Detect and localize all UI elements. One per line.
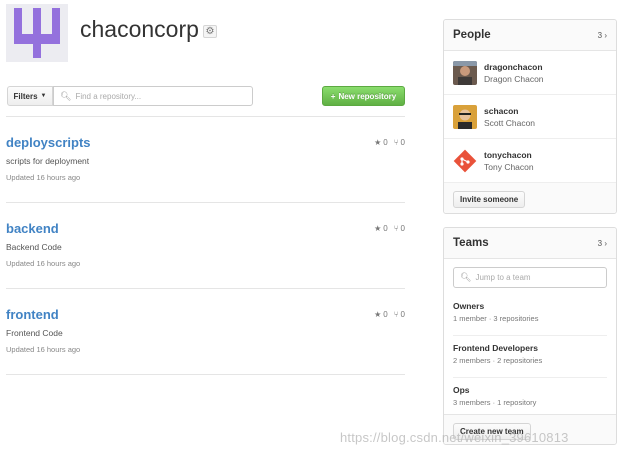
person-login: schacon — [484, 106, 519, 116]
chevron-right-icon: › — [604, 239, 607, 248]
repo-item: deployscripts ★ 0 ⑂ 0 scripts for deployme… — [6, 135, 405, 205]
new-repository-button[interactable]: + New repository — [322, 86, 405, 106]
search-icon: 🔍︎ — [60, 90, 72, 101]
person-item[interactable]: dragonchacon Dragon Chacon — [444, 51, 616, 95]
repo-search-input[interactable] — [75, 91, 246, 101]
repo-description: scripts for deployment — [6, 156, 90, 166]
watermark: https://blog.csdn.net/weixin_39610813 — [340, 430, 569, 445]
filters-label: Filters — [13, 91, 38, 101]
repo-description: Backend Code — [6, 242, 62, 252]
star-icon: ★ — [374, 138, 382, 147]
fork-icon: ⑂ — [393, 224, 399, 233]
repo-description: Frontend Code — [6, 328, 63, 338]
repo-updated-time: Updated 16 hours ago — [6, 173, 81, 182]
repo-updated-time: Updated 16 hours ago — [6, 259, 81, 268]
repo-name-link[interactable]: deployscripts — [6, 135, 91, 150]
team-search-box[interactable]: 🔍︎ — [453, 267, 607, 288]
divider — [6, 288, 405, 289]
plus-icon: + — [330, 91, 336, 101]
invite-someone-button[interactable]: Invite someone — [453, 191, 526, 208]
star-count[interactable]: ★ 0 — [374, 310, 388, 319]
repo-stats: ★ 0 ⑂ 0 — [374, 310, 405, 319]
repo-stats: ★ 0 ⑂ 0 — [374, 138, 405, 147]
teams-panel-header[interactable]: Teams 3 › — [444, 228, 616, 259]
gear-icon[interactable]: ⚙ — [203, 25, 217, 38]
repo-name-link[interactable]: frontend — [6, 307, 59, 322]
people-count[interactable]: 3 › — [598, 31, 607, 40]
fork-count[interactable]: ⑂ 0 — [394, 310, 405, 319]
person-login: dragonchacon — [484, 62, 543, 72]
teams-panel: Teams 3 › 🔍︎ Owners 1 member · 3 reposit… — [443, 227, 617, 445]
fork-count[interactable]: ⑂ 0 — [394, 138, 405, 147]
repo-stats: ★ 0 ⑂ 0 — [374, 224, 405, 233]
person-item[interactable]: tonychacon Tony Chacon — [444, 139, 616, 183]
person-fullname: Dragon Chacon — [484, 74, 544, 84]
fork-icon: ⑂ — [393, 138, 399, 147]
star-count[interactable]: ★ 0 — [374, 138, 388, 147]
filters-button[interactable]: Filters ▼ — [7, 86, 53, 106]
teams-count[interactable]: 3 › — [598, 239, 607, 248]
fork-count[interactable]: ⑂ 0 — [394, 224, 405, 233]
people-panel-footer: Invite someone — [444, 183, 616, 213]
team-name: Owners — [453, 301, 485, 311]
divider — [6, 374, 405, 375]
team-item[interactable]: Owners 1 member · 3 repositories — [453, 294, 607, 336]
chevron-down-icon: ▼ — [40, 93, 47, 99]
people-panel-header[interactable]: People 3 › — [444, 20, 616, 51]
trident-logo-icon — [6, 4, 68, 62]
person-item[interactable]: schacon Scott Chacon — [444, 95, 616, 139]
repo-item: frontend ★ 0 ⑂ 0 Frontend Code Updated 16 … — [6, 307, 405, 377]
person-fullname: Scott Chacon — [484, 118, 536, 128]
teams-title: Teams — [453, 237, 489, 249]
star-count[interactable]: ★ 0 — [374, 224, 388, 233]
repo-item: backend ★ 0 ⑂ 0 Backend Code Updated 16 ho… — [6, 221, 405, 291]
divider — [6, 202, 405, 203]
divider — [6, 116, 405, 117]
search-icon: 🔍︎ — [460, 272, 472, 282]
avatar — [453, 61, 477, 85]
star-icon: ★ — [374, 224, 382, 233]
team-meta: 3 members · 1 repository — [453, 398, 537, 407]
team-item[interactable]: Frontend Developers 2 members · 2 reposi… — [453, 336, 607, 378]
team-meta: 1 member · 3 repositories — [453, 314, 539, 323]
repo-updated-time: Updated 16 hours ago — [6, 345, 81, 354]
org-name: chaconcorp — [80, 16, 199, 42]
team-name: Frontend Developers — [453, 343, 539, 353]
chevron-right-icon: › — [604, 31, 607, 40]
people-title: People — [453, 29, 491, 41]
people-panel: People 3 › dragonchacon Dragon Chacon sc… — [443, 19, 617, 214]
person-login: tonychacon — [484, 150, 532, 160]
new-repository-label: New repository — [338, 91, 397, 101]
person-fullname: Tony Chacon — [484, 162, 534, 172]
team-search-input[interactable] — [475, 273, 606, 282]
team-name: Ops — [453, 385, 470, 395]
team-meta: 2 members · 2 repositories — [453, 356, 543, 365]
fork-icon: ⑂ — [393, 310, 399, 319]
avatar — [453, 105, 477, 129]
repo-search-box[interactable]: 🔍︎ — [53, 86, 253, 106]
star-icon: ★ — [374, 310, 382, 319]
avatar — [453, 149, 477, 173]
repo-name-link[interactable]: backend — [6, 221, 59, 236]
org-logo — [6, 4, 68, 62]
